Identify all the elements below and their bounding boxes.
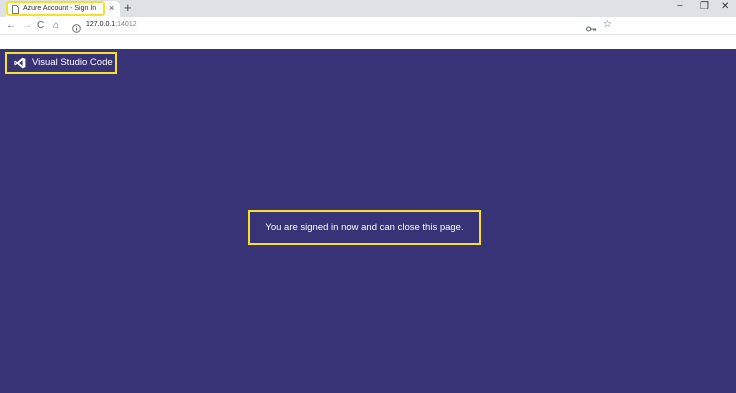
page-document-icon [11,4,19,14]
url-host: 127.0.0.1 [86,21,116,28]
tab-strip: Azure Account - Sign In × + − ❐ ✕ [0,0,736,17]
browser-tab-active[interactable]: Azure Account - Sign In × [6,1,120,17]
url-port: :14012 [115,21,137,28]
browser-chrome: Azure Account - Sign In × + − ❐ ✕ ← → C … [0,0,736,49]
restore-icon[interactable]: ❐ [700,1,709,13]
address-bar[interactable]: 127.0.0.1:14012 [86,20,137,30]
reload-icon[interactable]: C [37,19,44,32]
brand-header: Visual Studio Code [5,52,117,74]
signin-success-message: You are signed in now and can close this… [265,221,464,233]
tab-close-icon[interactable]: × [109,3,114,14]
site-info-icon[interactable] [72,20,81,38]
tab-title: Azure Account - Sign In [23,5,97,12]
new-tab-button[interactable]: + [124,1,132,15]
close-window-icon[interactable]: ✕ [721,1,729,13]
vscode-logo-icon [14,57,26,69]
forward-icon[interactable]: → [22,19,32,32]
minimize-icon[interactable]: − [677,1,683,13]
key-icon[interactable] [586,20,597,38]
back-icon[interactable]: ← [6,19,16,32]
home-icon[interactable]: ⌂ [53,19,59,32]
bookmark-star-icon[interactable]: ☆ [603,18,612,31]
signin-page: Visual Studio Code You are signed in now… [0,49,736,393]
brand-name: Visual Studio Code [32,57,113,68]
browser-toolbar: ← → C ⌂ 127.0.0.1:14012 ☆ [0,17,736,35]
signin-message-box: You are signed in now and can close this… [248,210,481,245]
